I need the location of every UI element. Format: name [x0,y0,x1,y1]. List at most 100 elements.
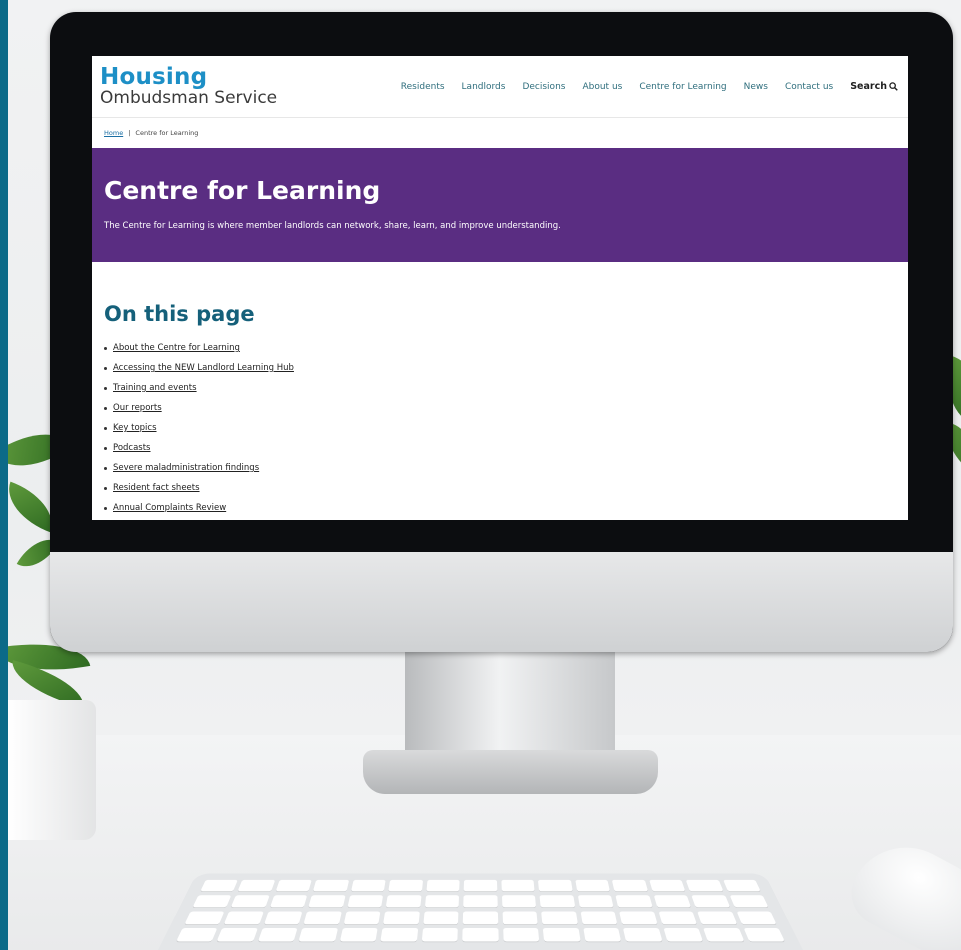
logo-text-line2: Ombudsman Service [100,88,278,108]
keyboard-key [383,911,420,924]
keyboard-key [611,879,648,892]
list-item: Severe maladministration findings [104,458,896,478]
list-item: Podcasts [104,438,896,458]
keyboard-key [663,928,704,942]
keyboard [158,873,803,950]
keyboard-key [192,895,232,908]
keyboard-key [339,928,378,942]
keyboard-key [386,895,422,908]
keyboard-key [653,895,691,908]
search-icon [889,82,898,91]
keyboard-key [275,879,313,892]
keyboard-key [619,911,658,924]
keyboard-key [539,895,575,908]
breadcrumb-current: Centre for Learning [135,129,199,137]
keyboard-key [583,928,622,942]
nav-about-us[interactable]: About us [582,82,622,92]
keyboard-key [350,879,386,892]
keyboard-key [658,911,697,924]
nav-contact-us[interactable]: Contact us [785,82,833,92]
nav-centre-for-learning[interactable]: Centre for Learning [639,82,726,92]
keyboard-key [200,879,239,892]
bullet-icon [104,346,107,350]
bullet-icon [104,466,107,470]
breadcrumb-separator: | [128,129,131,137]
keyboard-key [270,895,308,908]
keyboard-key [703,928,745,942]
keyboard-key [743,928,785,942]
list-item: Annual Complaints Review [104,498,896,518]
toc-link[interactable]: About the Centre for Learning [113,338,240,358]
monitor-chin [50,552,953,652]
keyboard-key [231,895,270,908]
bullet-icon [104,426,107,430]
bullet-icon [104,446,107,450]
page-title: Centre for Learning [104,176,381,205]
list-item: Key topics [104,418,896,438]
keyboard-key [685,879,724,892]
search-label: Search [850,81,887,92]
keyboard-key [298,928,338,942]
on-this-page-heading: On this page [104,302,255,326]
keyboard-key [313,879,350,892]
toc-link[interactable]: Annual Complaints Review [113,498,226,518]
keyboard-key [502,928,540,942]
keyboard-key [623,928,663,942]
keyboard-key [184,911,225,924]
keyboard-key [388,879,423,892]
bullet-icon [104,506,107,510]
nav-news[interactable]: News [744,82,768,92]
bullet-icon [104,486,107,490]
nav-residents[interactable]: Residents [401,82,445,92]
nav-decisions[interactable]: Decisions [522,82,565,92]
toc-link[interactable]: Our reports [113,398,162,418]
keyboard-key [463,895,498,908]
keyboard-key [736,911,777,924]
toc-list: About the Centre for Learning Accessing … [104,338,896,518]
list-item: Our reports [104,398,896,418]
toc-link[interactable]: Severe maladministration findings [113,458,259,478]
toc-link[interactable]: Key topics [113,418,157,438]
keyboard-key [501,879,535,892]
keyboard-key [426,879,460,892]
search-button[interactable]: Search [850,81,898,92]
keyboard-key [722,879,761,892]
logo-text-line1: Housing [100,64,208,90]
keyboard-key [424,895,460,908]
breadcrumb-home-link[interactable]: Home [104,129,123,137]
keyboard-key [580,911,618,924]
keyboard-key [224,911,264,924]
keyboard-key [502,911,538,924]
bullet-icon [104,406,107,410]
nav-landlords[interactable]: Landlords [462,82,506,92]
keyboard-key [463,911,498,924]
toc-link[interactable]: Training and events [113,378,197,398]
keyboard-key [421,928,459,942]
keyboard-key [264,911,303,924]
keyboard-key [501,895,537,908]
breadcrumb: Home | Centre for Learning [92,118,908,148]
keyboard-key [176,928,218,942]
keyboard-key [380,928,419,942]
site-logo[interactable]: Housing Ombudsman Service [100,66,277,107]
site-header: Housing Ombudsman Service Residents Land… [92,56,908,118]
keyboard-key [648,879,686,892]
bullet-icon [104,366,107,370]
keyboard-key [216,928,258,942]
toc-link[interactable]: Podcasts [113,438,151,458]
keyboard-key [541,911,578,924]
keyboard-key [691,895,730,908]
plant-pot [8,700,96,840]
keyboard-key [347,895,384,908]
toc-link[interactable]: Accessing the NEW Landlord Learning Hub [113,358,294,378]
keyboard-key [577,895,614,908]
list-item: Resident fact sheets [104,478,896,498]
list-item: Accessing the NEW Landlord Learning Hub [104,358,896,378]
keyboard-key [615,895,653,908]
list-item: Training and events [104,378,896,398]
hero-banner: Centre for Learning The Centre for Learn… [92,148,908,262]
monitor-stand-base [363,750,658,794]
monitor-screen: Housing Ombudsman Service Residents Land… [92,56,908,520]
keyboard-key [542,928,581,942]
toc-link[interactable]: Resident fact sheets [113,478,200,498]
